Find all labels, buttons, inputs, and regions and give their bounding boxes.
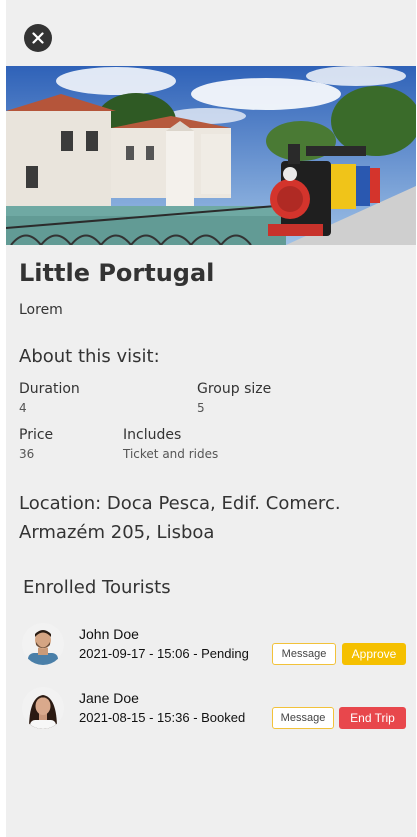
price-value: 36 xyxy=(19,447,35,461)
close-icon xyxy=(32,32,44,44)
location-text: Location: Doca Pesca, Edif. Comerc. Arma… xyxy=(19,489,399,547)
tourist-booking-info: 2021-08-15 - 15:36 - Booked xyxy=(79,710,246,725)
tourist-row: John Doe 2021-09-17 - 15:06 - Pending Me… xyxy=(22,623,412,667)
tour-hero-image xyxy=(6,66,416,245)
tourist-row: Jane Doe 2021-08-15 - 15:36 - Booked Mes… xyxy=(22,687,412,731)
location-line-1: Location: Doca Pesca, Edif. Comerc. xyxy=(19,493,341,514)
includes-value: Ticket and rides xyxy=(123,447,219,461)
message-button[interactable]: Message xyxy=(272,707,334,729)
message-button[interactable]: Message xyxy=(272,643,336,665)
location-line-2: Armazém 205, Lisboa xyxy=(19,522,215,543)
tourist-name: Jane Doe xyxy=(79,690,139,706)
tourist-name: John Doe xyxy=(79,626,139,642)
price-label: Price xyxy=(19,427,54,443)
end-trip-button[interactable]: End Trip xyxy=(339,707,406,729)
duration-label: Duration xyxy=(19,381,80,397)
tour-title: Little Portugal xyxy=(19,259,215,287)
avatar xyxy=(22,623,64,665)
avatar xyxy=(22,687,64,729)
duration-value: 4 xyxy=(19,401,27,415)
tourist-booking-info: 2021-09-17 - 15:06 - Pending xyxy=(79,646,249,661)
about-heading: About this visit: xyxy=(19,346,160,367)
group-size-value: 5 xyxy=(197,401,205,415)
group-size-label: Group size xyxy=(197,381,272,397)
close-button[interactable] xyxy=(24,24,52,52)
includes-label: Includes xyxy=(123,427,182,443)
approve-button[interactable]: Approve xyxy=(342,643,406,665)
tour-subtitle: Lorem xyxy=(19,302,63,318)
enrolled-tourists-heading: Enrolled Tourists xyxy=(23,577,171,598)
